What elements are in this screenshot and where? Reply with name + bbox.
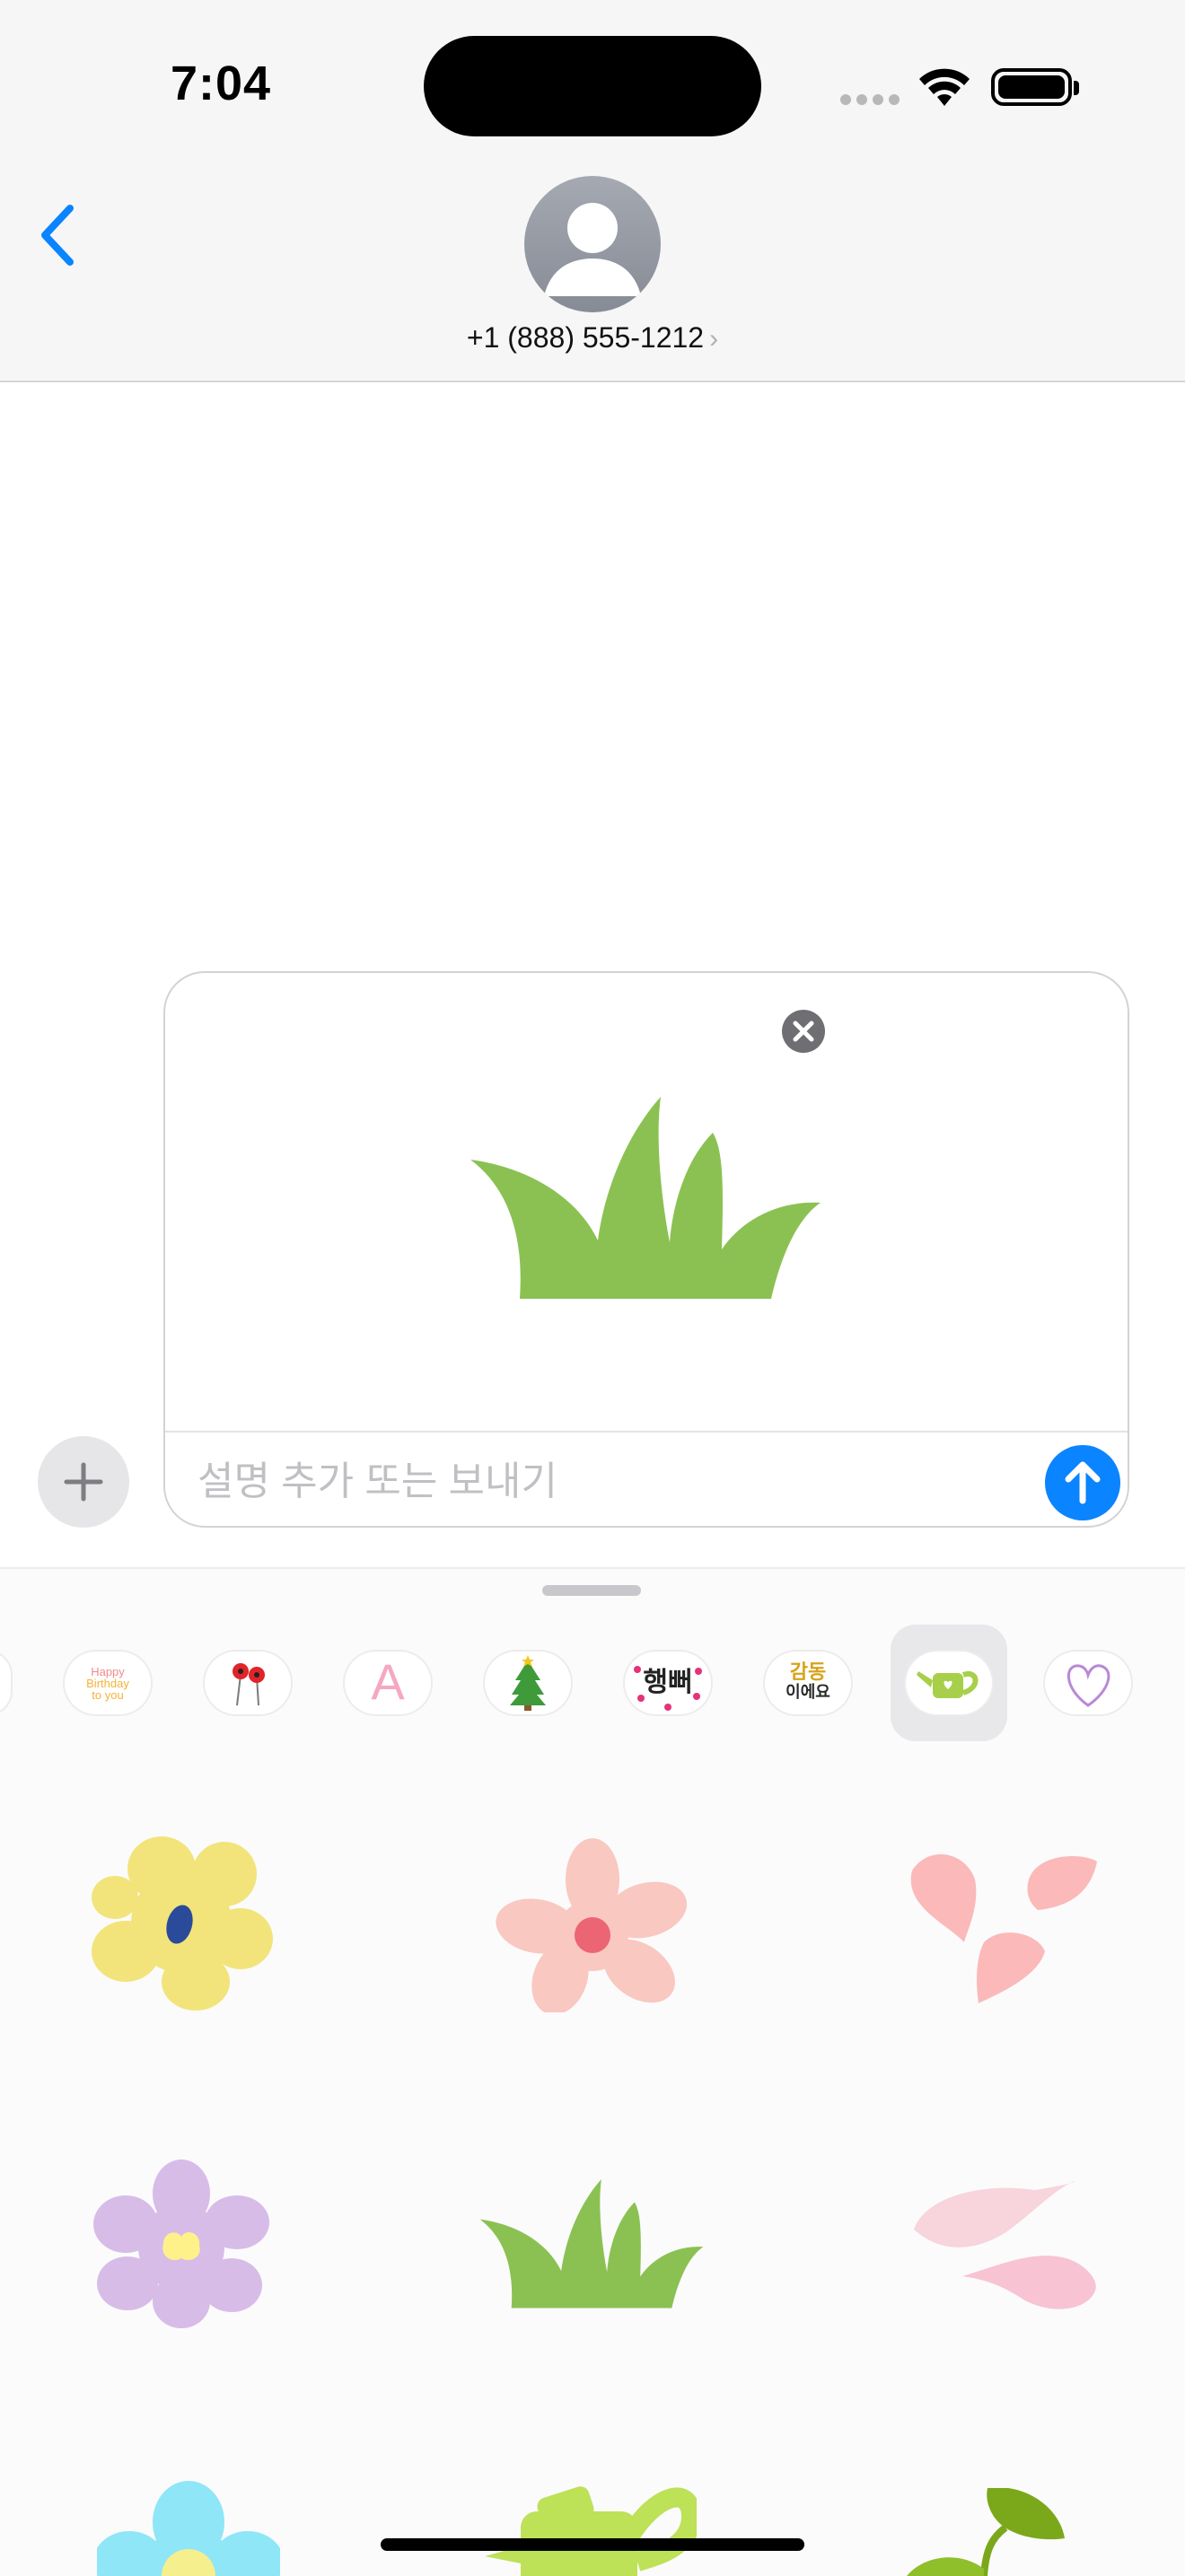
compose-divider — [165, 1431, 1128, 1433]
pack-tab-birthday[interactable]: Happy Birthday to you — [65, 1652, 151, 1714]
watering-can-icon — [917, 1670, 979, 1698]
green-sprout-sticker[interactable] — [907, 2488, 1099, 2576]
pack-tab-watering-can[interactable] — [906, 1652, 992, 1714]
chevron-right-icon: › — [709, 324, 719, 354]
heart-outline-icon — [1066, 1664, 1110, 1707]
home-indicator — [381, 2538, 804, 2551]
message-input-placeholder[interactable]: 설명 추가 또는 보내기 — [198, 1449, 557, 1506]
dynamic-island — [424, 36, 761, 136]
battery-cap — [1074, 81, 1079, 95]
pack-tab-tree[interactable] — [485, 1652, 571, 1714]
cellular-signal-icon — [840, 93, 905, 110]
pack-tab-partial[interactable] — [0, 1652, 11, 1714]
pack-korean-1-text: 행뻐 — [643, 1668, 693, 1697]
message-compose-field[interactable]: 설명 추가 또는 보내기 — [163, 971, 1129, 1528]
arrow-up-icon — [1065, 1461, 1101, 1504]
pack-tab-korean-2[interactable]: 감동 이에요 — [765, 1652, 851, 1714]
purple-flower-sticker[interactable] — [88, 2158, 275, 2328]
poppies-icon — [233, 1663, 265, 1706]
wifi-icon — [919, 68, 970, 106]
pack-tab-letter-a[interactable]: A — [345, 1652, 431, 1714]
apps-plus-button[interactable] — [38, 1436, 129, 1528]
pack-korean-2-line2: 이에요 — [786, 1683, 830, 1701]
drawer-grabber[interactable] — [542, 1585, 641, 1596]
grass-sticker[interactable] — [479, 2179, 704, 2312]
contact-number: +1 (888) 555-1212 — [466, 321, 705, 354]
plus-icon — [64, 1462, 103, 1502]
pack-tab-korean-1[interactable]: 행뻐 — [625, 1652, 711, 1714]
yellow-flower-sticker[interactable] — [90, 1835, 273, 2011]
pink-flower-sticker[interactable] — [496, 1836, 689, 2012]
remove-attachment-button[interactable] — [776, 1003, 831, 1059]
pack-birthday-line3: to you — [92, 1688, 124, 1702]
pink-petals-sticker[interactable] — [903, 1844, 1101, 2005]
battery-icon — [991, 68, 1072, 106]
pack-korean-2-line1: 감동 — [789, 1660, 827, 1683]
watering-can-sticker[interactable] — [476, 2475, 697, 2576]
pink-leaves-sticker[interactable] — [908, 2176, 1101, 2316]
back-chevron-icon[interactable] — [36, 203, 79, 267]
sticker-drawer: Happy Birthday to you A 행뻐 감동 이에요 — [0, 1567, 1185, 2576]
christmas-tree-icon — [510, 1655, 546, 1711]
blue-flower-sticker[interactable] — [97, 2475, 280, 2576]
send-button[interactable] — [1045, 1445, 1120, 1520]
pack-letter-a-text: A — [371, 1653, 405, 1710]
pack-tab-heart[interactable] — [1045, 1652, 1131, 1714]
contact-avatar[interactable] — [524, 176, 661, 312]
pack-tab-poppies[interactable] — [205, 1652, 291, 1714]
conversation-header: 7:04 +1 (888) 555-1212 › — [0, 0, 1185, 382]
attached-grass-sticker[interactable] — [470, 1097, 821, 1305]
status-time: 7:04 — [171, 57, 272, 110]
contact-name-button[interactable]: +1 (888) 555-1212 › — [0, 321, 1185, 355]
